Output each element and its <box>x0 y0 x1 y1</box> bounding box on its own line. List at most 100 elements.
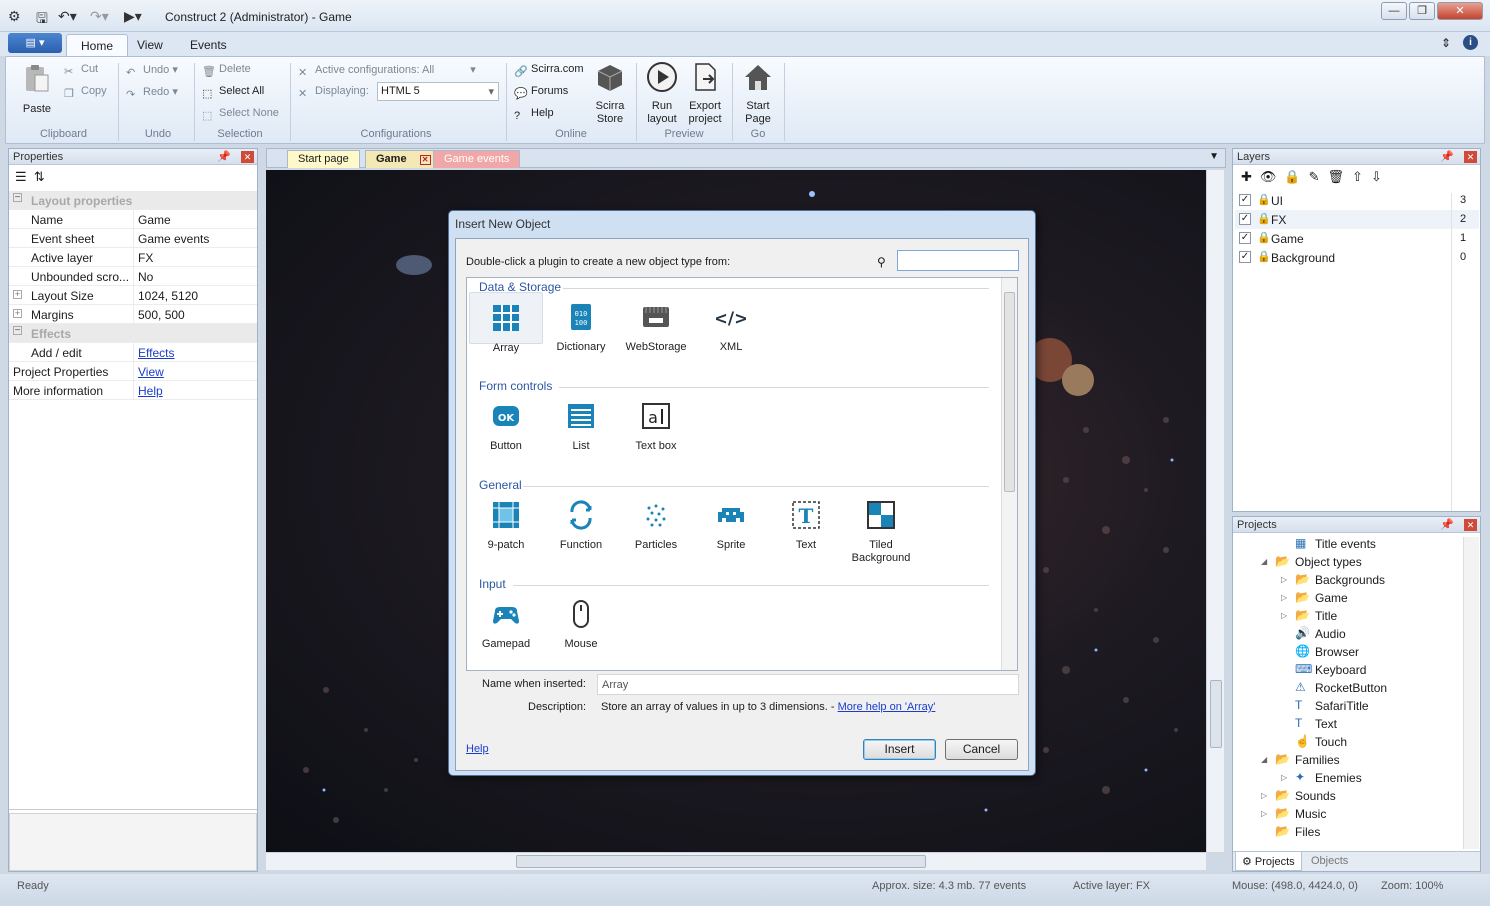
delete-button[interactable]: 🗑 Delete <box>202 63 251 79</box>
plugin-text[interactable]: T Text <box>769 490 843 551</box>
property-row[interactable]: Event sheet Game events <box>9 229 257 248</box>
tree-node[interactable]: ▦ Title events <box>1233 535 1461 553</box>
plugin-webstorage[interactable]: WebStorage <box>619 292 693 353</box>
paste-button[interactable]: Paste <box>16 63 58 116</box>
tab-start-page[interactable]: Start page <box>287 150 360 168</box>
expand-arrow-icon[interactable]: ▷ <box>1281 773 1287 782</box>
property-row[interactable]: Active layer FX <box>9 248 257 267</box>
cut-button[interactable]: ✂ Cut <box>64 63 98 79</box>
redo-icon[interactable]: ↷▾ <box>90 8 109 25</box>
export-project-button[interactable]: Export project <box>684 61 726 126</box>
property-row[interactable]: Add / edit Effects <box>9 343 257 362</box>
edit-icon[interactable]: ✎ <box>1309 169 1328 184</box>
vertical-scroll-thumb[interactable] <box>1210 680 1222 748</box>
collapse-icon[interactable]: − <box>13 193 22 203</box>
plugin-9-patch[interactable]: 9-patch <box>469 490 543 551</box>
plugin-dictionary[interactable]: 010 100 Dictionary <box>544 292 618 353</box>
tab-list-icon[interactable]: ▼ <box>1209 151 1219 162</box>
layer-row[interactable]: ✓ 🔒 FX 2 <box>1235 210 1479 229</box>
displaying-select[interactable]: HTML 5 ▾ <box>377 82 499 101</box>
tree-node[interactable]: ▷ 📂 Backgrounds <box>1233 571 1461 589</box>
property-row[interactable]: + Margins 500, 500 <box>9 305 257 324</box>
layer-row[interactable]: ✓ 🔒 UI 3 <box>1235 191 1479 210</box>
collapse-arrow-icon[interactable]: ◢ <box>1261 755 1267 764</box>
sort-alpha-icon[interactable]: ⇅ <box>34 169 45 184</box>
plugin-list[interactable]: Data & Storage Array 010 100 Dictionary WebSt… <box>466 277 1018 671</box>
expand-arrow-icon[interactable]: ▷ <box>1281 611 1287 620</box>
collapse-arrow-icon[interactable]: ◢ <box>1261 557 1267 566</box>
property-row[interactable]: − Layout properties <box>9 191 257 210</box>
lock-icon[interactable]: 🔒 <box>1284 169 1308 184</box>
close-panel-icon[interactable]: ✕ <box>1464 519 1477 531</box>
cancel-button[interactable]: Cancel <box>945 739 1018 760</box>
add-layer-icon[interactable]: ✚ <box>1241 169 1260 184</box>
active-configurations-dropdown[interactable]: ✕ Active configurations: All ▾ <box>298 63 476 80</box>
plugin-xml[interactable]: </> XML <box>694 292 768 353</box>
run-layout-button[interactable]: Run layout <box>642 61 682 126</box>
pin-icon[interactable]: 📌 <box>1440 150 1454 163</box>
expand-icon[interactable]: + <box>13 309 22 318</box>
property-link[interactable]: Help <box>138 384 163 398</box>
expand-icon[interactable]: + <box>13 290 22 299</box>
plugin-mouse[interactable]: Mouse <box>544 589 618 650</box>
layer-visible-checkbox[interactable]: ✓ <box>1239 232 1251 244</box>
expand-arrow-icon[interactable]: ▷ <box>1261 809 1267 818</box>
close-button[interactable]: ✕ <box>1437 2 1483 20</box>
lock-icon[interactable]: 🔒 <box>1257 250 1271 263</box>
expand-arrow-icon[interactable]: ▷ <box>1261 791 1267 800</box>
close-tab-icon[interactable]: ✕ <box>419 155 431 165</box>
tree-node[interactable]: T SafariTitle <box>1233 697 1461 715</box>
tree-node[interactable]: ▷ 📂 Title <box>1233 607 1461 625</box>
tab-events[interactable]: Events <box>176 34 241 56</box>
horizontal-scroll-thumb[interactable] <box>516 855 926 868</box>
property-row[interactable]: Name Game <box>9 210 257 229</box>
app-menu-button[interactable]: ▤ ▾ <box>8 33 62 53</box>
plugin-button[interactable]: OK Button <box>469 391 543 452</box>
maximize-button[interactable]: ❐ <box>1409 2 1435 20</box>
unlock-icon[interactable]: 🔒 <box>1257 212 1271 225</box>
canvas-vertical-scrollbar[interactable] <box>1206 170 1224 852</box>
tab-home[interactable]: Home <box>66 34 129 56</box>
select-none-button[interactable]: ⬚ Select None <box>202 107 279 123</box>
layer-row[interactable]: ✓ 🔒 Game 1 <box>1235 229 1479 248</box>
delete-layer-icon[interactable]: 🗑 <box>1328 169 1353 184</box>
plugin-particles[interactable]: Particles <box>619 490 693 551</box>
layer-row[interactable]: ✓ 🔒 Background 0 <box>1235 248 1479 267</box>
tree-node[interactable]: 📂 Files <box>1233 823 1461 841</box>
eye-icon[interactable]: 👁 <box>1260 169 1285 184</box>
pin-icon[interactable]: 📌 <box>217 150 231 163</box>
property-row[interactable]: Unbounded scro... No <box>9 267 257 286</box>
tree-node[interactable]: T Text <box>1233 715 1461 733</box>
plugin-gamepad[interactable]: Gamepad <box>469 589 543 650</box>
tree-scrollbar[interactable] <box>1463 537 1479 849</box>
property-link[interactable]: Effects <box>138 346 174 360</box>
move-down-icon[interactable]: ⇩ <box>1371 169 1390 184</box>
ribbon-collapse-icon[interactable]: ⇕ <box>1441 36 1451 50</box>
tree-node[interactable]: 🔊 Audio <box>1233 625 1461 643</box>
help-link[interactable]: ? Help <box>514 107 554 124</box>
info-icon[interactable]: i <box>1463 35 1478 50</box>
tree-node[interactable]: ▷ 📂 Music <box>1233 805 1461 823</box>
layer-visible-checkbox[interactable]: ✓ <box>1239 251 1251 263</box>
tree-node[interactable]: ◢ 📂 Object types <box>1233 553 1461 571</box>
tree-node[interactable]: ⌨ Keyboard <box>1233 661 1461 679</box>
plugin-search-input[interactable] <box>897 250 1019 271</box>
plugin-list-scrollbar[interactable] <box>1001 278 1017 670</box>
insert-button[interactable]: Insert <box>863 739 936 760</box>
select-all-button[interactable]: ⬚ Select All <box>202 85 264 101</box>
collapse-icon[interactable]: − <box>13 326 22 336</box>
tree-node[interactable]: 🌐 Browser <box>1233 643 1461 661</box>
tab-objects[interactable]: Objects <box>1305 852 1354 871</box>
tree-node[interactable]: ▷ ✦ Enemies <box>1233 769 1461 787</box>
undo-icon[interactable]: ↶▾ <box>58 8 77 25</box>
save-icon[interactable]: 🖫 <box>36 8 48 32</box>
property-row[interactable]: More information Help <box>9 381 257 400</box>
project-tree[interactable]: ▦ Title events ◢ 📂 Object types ▷ 📂 Backgrounds… <box>1233 533 1480 847</box>
move-up-icon[interactable]: ⇧ <box>1352 169 1371 184</box>
more-help-link[interactable]: More help on 'Array' <box>838 701 936 713</box>
tree-node[interactable]: ◢ 📂 Families <box>1233 751 1461 769</box>
close-panel-icon[interactable]: ✕ <box>241 151 254 163</box>
plugin-array[interactable]: Array <box>469 292 543 354</box>
property-row[interactable]: + Layout Size 1024, 5120 <box>9 286 257 305</box>
dialog-help-link[interactable]: Help <box>466 743 489 755</box>
